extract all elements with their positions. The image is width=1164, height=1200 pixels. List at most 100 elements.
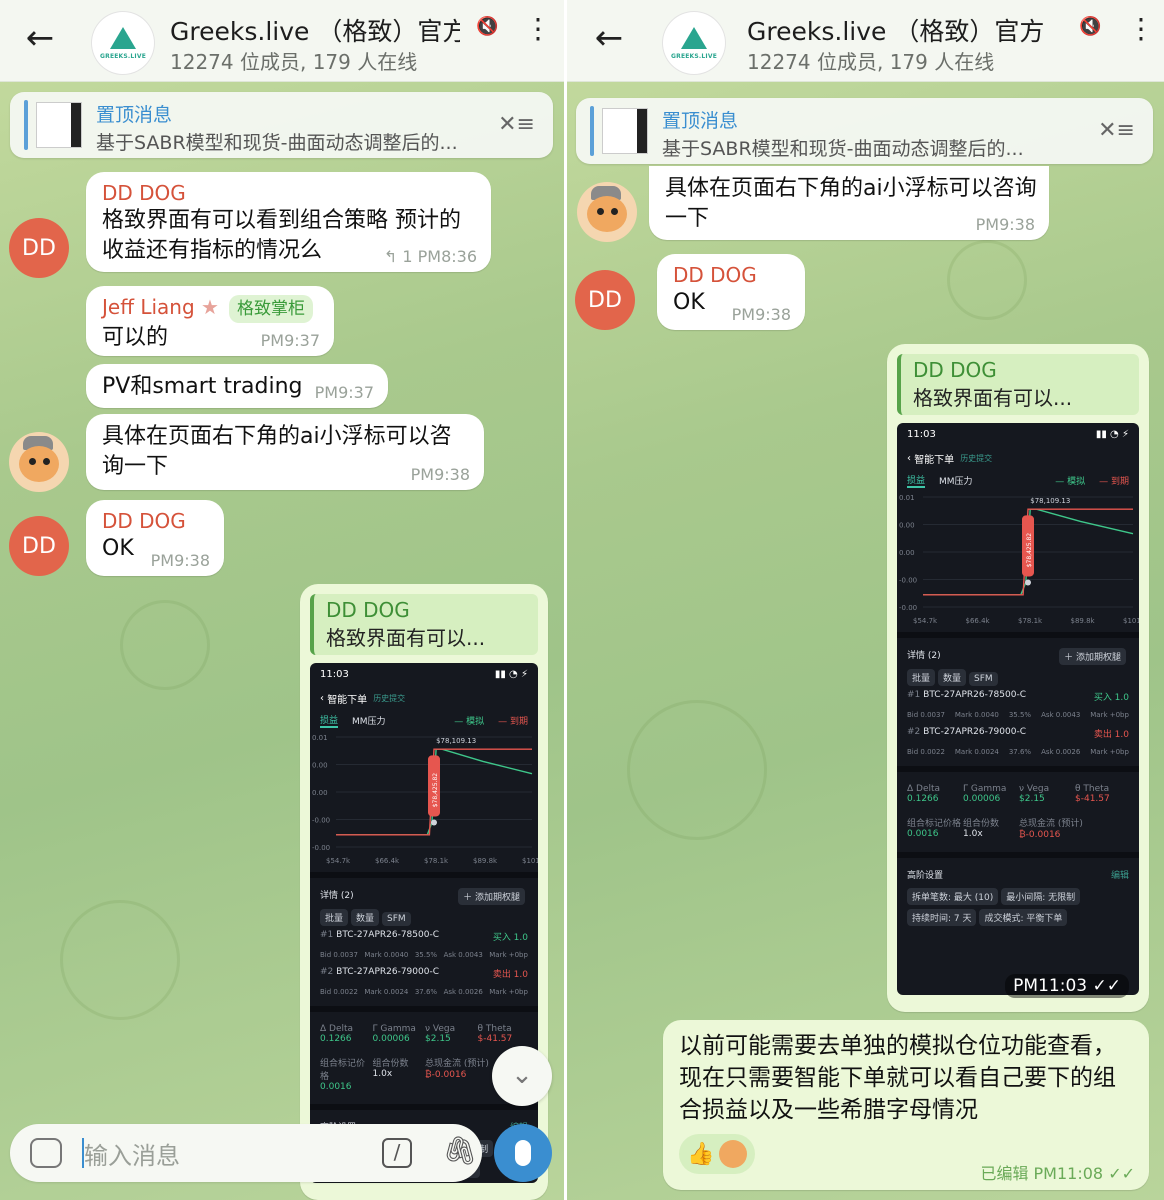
greeks-section: Δ Delta 0.1266 Γ Gamma 0.00006 ν Vega $2.15… [897,766,1139,852]
message-input-bar[interactable]: 输入消息 / 🖇 [10,1124,482,1182]
y-tick-label: 0.00 [312,789,328,797]
x-tick-label: $101.5k [1123,617,1139,625]
message-time: PM9:38 [410,465,470,484]
x-tick-label: $101.5k [522,857,538,865]
unpin-list-icon[interactable]: ✕≡ [498,112,535,137]
arrow-left-icon[interactable]: ← [591,21,627,58]
message-bubble[interactable]: Jeff Liang ★ 格致掌柜 可以的 PM9:37 [86,286,334,356]
attached-screenshot[interactable]: 11:03 ▮▮ ◔ ⚡ ‹ 智能下单 历史提交 损益 MM压力 — 模拟 — 到期… [310,663,538,1183]
message-bubble[interactable]: DD DOG OK PM9:38 [86,500,224,576]
message-time: PM11:03 [1013,976,1088,996]
group-logo[interactable]: GREEKS.LIVE [92,12,154,74]
logo-triangle-icon [681,26,707,49]
greeks-grid: Δ Delta 0.1266 Γ Gamma 0.00006 ν Vega $2.15… [907,784,1110,804]
reply-count[interactable]: 1 [402,247,412,266]
phone-status-bar: 11:03 ▮▮ ◔ ⚡ [310,663,538,685]
pinned-message-bar[interactable]: 置顶消息 基于SABR模型和现货-曲面动态调整后的... ✕≡ [10,92,553,158]
leg-quote: Bid 0.0037 Mark 0.0040 35.5% Ask 0.0043 Mark… [320,951,528,959]
logo-text: GREEKS.LIVE [100,52,146,60]
message-bubble[interactable]: 具体在页面右下角的ai小浮标可以咨询一下 PM9:38 [649,166,1049,240]
y-tick-label: -0.00 [312,844,330,852]
details-section: 详情 (2) ＋ 添加期权腿 批量 数量 SFM #1 BTC-27APR26-785… [897,632,1139,766]
x-tick-label: $89.8k [473,857,498,865]
avatar-eye [29,458,36,465]
greeks-grid: Δ Delta 0.1266 Γ Gamma 0.00006 ν Vega $2.15… [320,1024,513,1044]
y-tick-label: 0.00 [899,549,915,557]
avatar[interactable] [9,432,69,492]
nav-history: 历史提交 [373,693,406,703]
message-bubble[interactable]: PV和smart trading PM9:37 [86,364,388,408]
message-bubble[interactable]: 以前可能需要去单独的模拟仓位功能查看，现在只需要智能下单就可以看自己要下的组合损… [663,1020,1149,1190]
peak-label: $78,109.13 [436,737,476,745]
more-vertical-icon[interactable]: ⋮ [524,15,552,43]
avatar[interactable] [577,182,637,242]
sender-name[interactable]: DD DOG [673,262,789,288]
sender-name[interactable]: Jeff Liang ★ 格致掌柜 [102,294,318,323]
add-leg-button: ＋ 添加期权腿 [458,888,525,905]
tab-mm: MM压力 [352,716,386,727]
chat-title[interactable]: Greeks.live （格致）官方 [170,12,460,48]
more-vertical-icon[interactable]: ⋮ [1127,15,1155,43]
admin-badge: 格致掌柜 [228,295,313,323]
message-meta: 已编辑 PM11:08 ✓✓ [980,1160,1135,1184]
y-tick-label: 0.00 [899,522,915,530]
message-bubble[interactable]: DD DOG OK PM9:38 [657,254,805,330]
message-meta: ↰ 1 PM8:36 [384,247,477,266]
details-title: 详情 (2) [907,651,941,661]
message-bubble[interactable]: DD DOG 格致界面有可以看到组合策略 预计的收益还有指标的情况么 ↰ 1 P… [86,172,491,272]
mic-button[interactable] [494,1124,552,1182]
details-filters: 批量 数量 SFM [907,669,1129,686]
sender-name[interactable]: DD DOG [102,508,208,534]
details-section: 详情 (2) ＋ 添加期权腿 批量 数量 SFM #1 BTC-27APR26-785… [310,872,538,1006]
reply-quote[interactable]: DD DOG 格致界面有可以... [310,594,538,655]
sender-name[interactable]: DD DOG [102,180,475,206]
reply-icon: ↰ [383,247,403,266]
reaction-chip[interactable]: 👍 [679,1134,755,1174]
avatar[interactable]: DD [9,218,69,278]
pinned-thumbnail [602,108,648,154]
quote-text: 格致界面有可以... [913,386,1073,410]
avatar[interactable]: DD [575,270,635,330]
x-tick-label: $66.4k [966,617,991,625]
chevron-down-icon[interactable]: ⌄ [492,1046,552,1106]
avatar-face [587,196,627,232]
member-count: 12274 位成员, 179 人在线 [170,50,418,74]
chat-pane-right: ← GREEKS.LIVE Greeks.live （格致）官方 🔇 12274… [567,0,1164,1200]
leg-quote: Bid 0.0037 Mark 0.0040 35.5% Ask 0.0043 Mark… [907,711,1129,719]
edited-time: 已编辑 PM11:08 [980,1164,1104,1183]
tab-mm: MM压力 [939,476,973,487]
message-text: PV和smart trading [102,374,303,399]
x-tick-label: $78.1k [1018,617,1043,625]
chevron-left-icon: ‹ [320,692,324,704]
arrow-left-icon[interactable]: ← [22,21,58,58]
command-icon[interactable]: / [382,1138,412,1168]
status-time: 11:03 [907,428,936,440]
y-tick-label: -0.00 [312,817,330,825]
avatar-face [19,446,59,482]
x-tick-label: $54.7k [326,857,351,865]
avatar[interactable]: DD [9,516,69,576]
group-logo[interactable]: GREEKS.LIVE [663,12,725,74]
message-bubble[interactable]: 具体在页面右下角的ai小浮标可以咨询一下 PM9:38 [86,414,484,490]
details-title: 详情 (2) [320,891,354,901]
emoji-icon[interactable] [30,1138,62,1168]
pinned-indicator [590,106,594,156]
leg-row: #2 BTC-27APR26-79000-C 卖出 1.0 [320,967,528,980]
attached-screenshot[interactable]: 11:03 ▮▮ ◔ ⚡ ‹ 智能下单 历史提交 损益 MM压力 — 模拟 — 到期… [897,423,1139,995]
message-input[interactable]: 输入消息 [84,1136,180,1171]
attach-icon[interactable]: 🖇 [442,1134,478,1167]
screenshot-message[interactable]: DD DOG 格致界面有可以... 11:03 ▮▮ ◔ ⚡ ‹ 智能下单 历史提交… [887,344,1149,1012]
pinned-message-bar[interactable]: 置顶消息 基于SABR模型和现货-曲面动态调整后的... ✕≡ [576,98,1153,164]
screenshot-message[interactable]: DD DOG 格致界面有可以... 11:03 ▮▮ ◔ ⚡ ‹ 智能下单 历史提交… [300,584,548,1200]
chat-title[interactable]: Greeks.live （格致）官方 [747,12,1057,48]
screenshot-timestamp: PM11:03 ✓✓ [1005,974,1129,998]
double-check-icon: ✓✓ [1092,976,1122,996]
reply-quote[interactable]: DD DOG 格致界面有可以... [897,354,1139,415]
unpin-list-icon[interactable]: ✕≡ [1098,118,1135,143]
double-check-icon: ✓✓ [1108,1164,1135,1183]
y-tick-label: -0.00 [899,577,917,585]
legend-sim: — 模拟 [1055,476,1086,487]
mute-icon: 🔇 [476,16,499,37]
pnl-chart: 0.01 0.00 0.00 -0.00 -0.00 $54.7k $66.4k $78.1k… [899,494,1139,625]
pinned-label: 置顶消息 [662,110,739,132]
